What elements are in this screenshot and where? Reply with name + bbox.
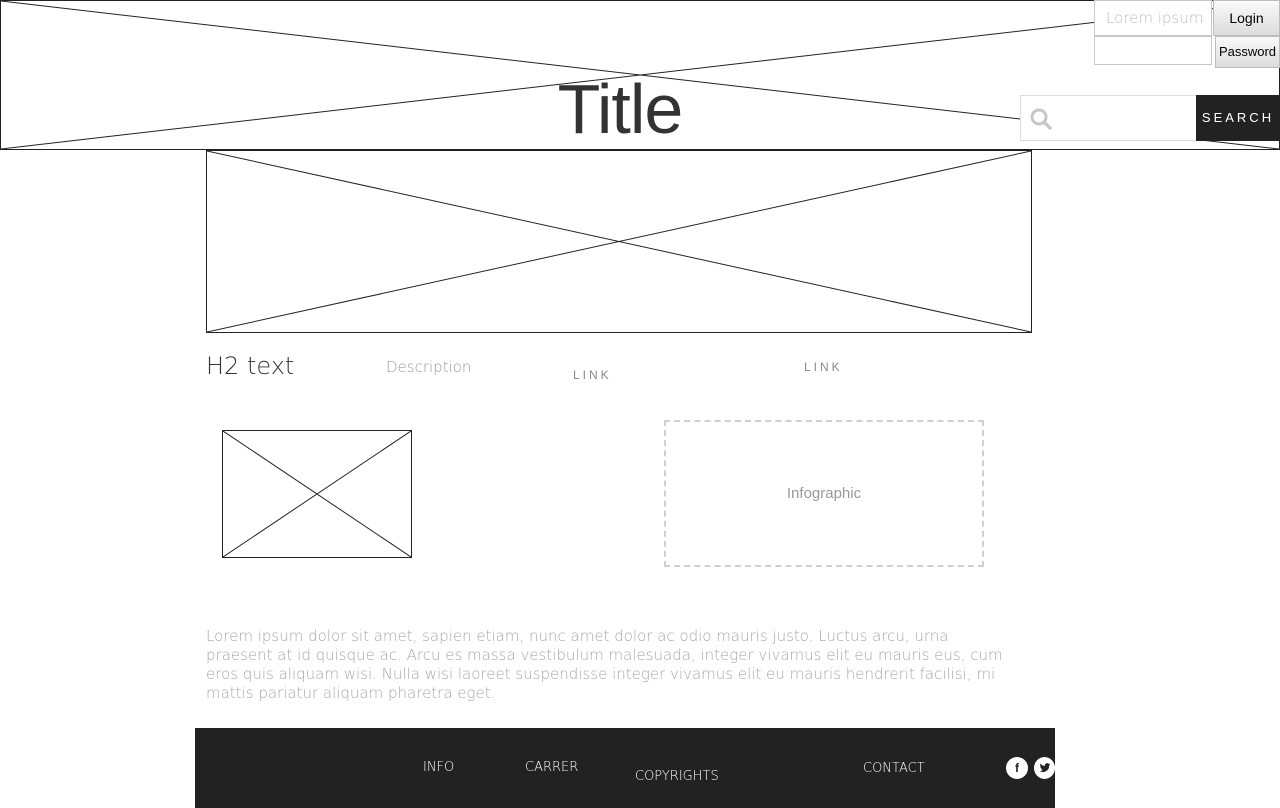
footer-copyrights: COPYRIGHTS <box>635 769 719 784</box>
hero-image <box>206 150 1032 333</box>
search-icon <box>1029 107 1053 131</box>
twitter-icon[interactable] <box>1034 757 1055 779</box>
infographic-placeholder: Infographic <box>664 420 984 567</box>
search-button[interactable]: SEARCH <box>1196 95 1280 141</box>
description-text: Description <box>386 358 472 376</box>
footer-link-carrer[interactable]: CARRER <box>525 760 578 775</box>
login-button[interactable]: Login <box>1213 0 1280 36</box>
link-2[interactable]: LINK <box>804 360 843 374</box>
thumbnail-image <box>222 430 412 558</box>
link-1[interactable]: LINK <box>573 368 612 382</box>
section-heading: H2 text <box>206 352 295 380</box>
facebook-icon[interactable]: f <box>1006 757 1028 779</box>
footer-link-info[interactable]: INFO <box>423 760 454 775</box>
body-paragraph: Lorem ipsum dolor sit amet, sapien etiam… <box>206 627 1003 701</box>
infographic-label: Infographic <box>786 485 862 502</box>
password-button[interactable]: Password <box>1215 36 1280 68</box>
footer: INFO CARRER COPYRIGHTS CONTACT f <box>195 728 1055 808</box>
page-title: Title <box>557 70 684 148</box>
username-field[interactable]: Lorem ipsum <box>1094 0 1212 36</box>
footer-link-contact[interactable]: CONTACT <box>863 761 925 776</box>
password-field[interactable] <box>1094 36 1212 65</box>
search-input[interactable] <box>1020 95 1198 141</box>
